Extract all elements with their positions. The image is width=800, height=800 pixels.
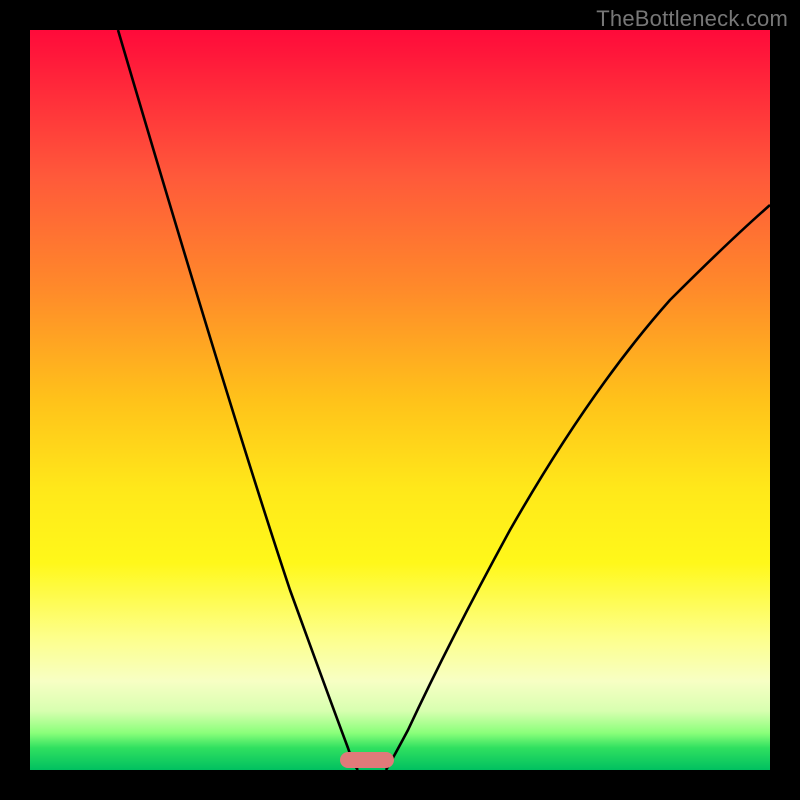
left-curve bbox=[118, 30, 358, 770]
optimal-marker bbox=[340, 752, 394, 768]
chart-frame: TheBottleneck.com bbox=[0, 0, 800, 800]
right-curve bbox=[386, 205, 770, 770]
watermark-text: TheBottleneck.com bbox=[596, 6, 788, 32]
plot-area bbox=[30, 30, 770, 770]
curve-layer bbox=[30, 30, 770, 770]
